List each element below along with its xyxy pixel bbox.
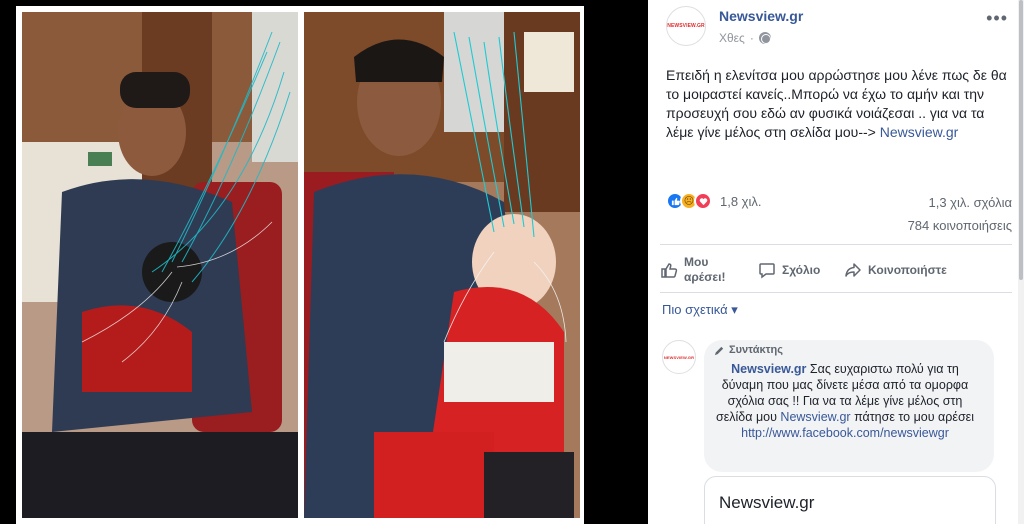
post-text: Επειδή η ελενίτσα μου αρρώστησε μου λένε… (666, 66, 1012, 142)
comment-avatar-logo-text: NEWSVIEW.GR (663, 354, 695, 360)
meta-separator: · (749, 31, 754, 45)
share-arrow-icon (844, 261, 862, 279)
divider (660, 244, 1012, 245)
comment-button[interactable]: Σχόλιο (758, 250, 844, 290)
comments-count[interactable]: 1,3 χιλ. σχόλια (928, 195, 1012, 210)
photo-frame (16, 6, 584, 524)
photo-viewer: NEWSVIEW.GR Newsview.gr Χθες · ••• Επειδ… (0, 0, 1024, 524)
left-photo (22, 12, 298, 518)
post-meta: Χθες · (719, 31, 771, 45)
post-time[interactable]: Χθες (719, 31, 745, 45)
photo-area[interactable] (0, 0, 648, 524)
page-name-link[interactable]: Newsview.gr (719, 8, 803, 24)
share-button[interactable]: Κοινοποιήστε (844, 250, 947, 290)
comment-label: Σχόλιο (782, 263, 821, 277)
shares-count[interactable]: 784 κοινοποιήσεις (908, 218, 1012, 233)
comment-author[interactable]: Newsview.gr (731, 362, 806, 376)
comment-text-part2: πάτησε το μου αρέσει (850, 410, 975, 424)
like-label-line1: Μου (684, 255, 709, 269)
post-actions: Μου αρέσει! Σχόλιο Κοινοποιήστε (660, 250, 1012, 290)
comment-filter-dropdown[interactable]: Πιο σχετικά ▾ (662, 302, 738, 318)
author-badge-label: Συντάκτης (729, 344, 783, 356)
link-preview-card[interactable]: Newsview.gr (704, 476, 996, 524)
author-badge: Συντάκτης (714, 344, 984, 356)
post-panel: NEWSVIEW.GR Newsview.gr Χθες · ••• Επειδ… (648, 0, 1024, 524)
divider (660, 292, 1012, 293)
more-options-icon[interactable]: ••• (986, 8, 1008, 29)
share-label: Κοινοποιήστε (868, 263, 947, 277)
scrollbar-thumb[interactable] (1019, 0, 1023, 280)
comment-url-link[interactable]: http://www.facebook.com/newsviewgr (741, 426, 949, 440)
link-card-title: Newsview.gr (719, 493, 815, 512)
comment-body: Newsview.gr Σας ευχαριστω πολύ για τη δύ… (714, 361, 984, 441)
like-button[interactable]: Μου αρέσει! (660, 250, 758, 290)
avatar-logo-text: NEWSVIEW.GR (667, 23, 705, 29)
right-photo (304, 12, 580, 518)
post-text-link[interactable]: Newsview.gr (880, 124, 959, 140)
globe-icon (758, 32, 771, 44)
comment-icon (758, 261, 776, 279)
love-icon (694, 192, 712, 210)
page-avatar[interactable]: NEWSVIEW.GR (666, 6, 706, 46)
reactions-summary[interactable]: ☹ 1,8 χιλ. (666, 192, 762, 210)
comment-bubble: Συντάκτης Newsview.gr Σας ευχαριστω πολύ… (704, 340, 994, 472)
thumbs-up-icon (660, 261, 678, 279)
comment-inline-link[interactable]: Newsview.gr (780, 410, 850, 424)
post-header: NEWSVIEW.GR Newsview.gr Χθες · ••• (664, 6, 1008, 50)
comment-avatar[interactable]: NEWSVIEW.GR (662, 340, 696, 374)
pencil-icon (714, 346, 724, 355)
scrollbar-track[interactable] (1018, 0, 1024, 524)
like-label-line2: αρέσει! (684, 270, 726, 284)
reactions-count: 1,8 χιλ. (720, 193, 762, 209)
